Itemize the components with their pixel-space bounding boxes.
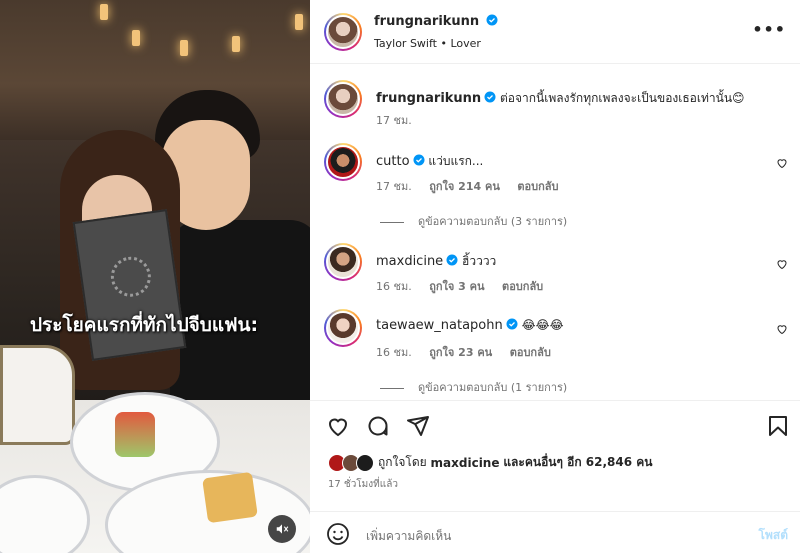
verified-icon (484, 91, 496, 103)
mute-button[interactable] (268, 515, 296, 543)
post-actions: ถูกใจโดย maxdicine และคนอื่นๆ อีก 62,846… (310, 400, 800, 553)
comment-time: 16 ชม. (376, 346, 412, 359)
verified-icon (506, 318, 518, 330)
caption-text: ต่อจากนี้เพลงรักทุกเพลงจะเป็นของเธอเท่าน… (500, 91, 745, 105)
more-icon[interactable]: ••• (752, 20, 786, 39)
comment-username[interactable]: taewaew_natapohn (376, 318, 503, 333)
mute-icon (276, 524, 289, 534)
comment-time: 17 ชม. (376, 180, 412, 193)
bread (202, 471, 258, 524)
view-replies-label: ดูข้อความตอบกลับ (3 รายการ) (418, 215, 568, 228)
liker-avatars[interactable] (328, 453, 374, 472)
verified-icon (486, 14, 498, 26)
reply-button[interactable]: ตอบกลับ (502, 280, 543, 293)
comment-likes[interactable]: ถูกใจ 214 คน (429, 180, 500, 193)
comment-input[interactable]: เพิ่มความคิดเห็น (366, 527, 451, 546)
caption-avatar[interactable] (324, 80, 362, 118)
audio-label[interactable]: Taylor Swift • Lover (374, 37, 481, 50)
verified-icon (446, 254, 458, 266)
comment-meta: 17 ชม. ถูกใจ 214 คน ตอบกลับ (376, 177, 572, 195)
comment-avatar[interactable] (324, 143, 362, 181)
post-details: frungnarikunn Taylor Swift • Lover ••• f… (310, 0, 800, 553)
caption-text-row: frungnarikunn ต่อจากนี้เพลงรักทุกเพลงจะเ… (376, 89, 745, 108)
caption-meta: 17 ชม. (376, 111, 426, 129)
media-caption: ประโยคแรกที่ทักไปจีบแฟน: (30, 314, 259, 336)
comment-text: ฮิ้วววว (462, 254, 497, 268)
food (115, 412, 155, 457)
comment-meta: 16 ชม. ถูกใจ 3 คน ตอบกลับ (376, 277, 557, 295)
lamp (100, 4, 108, 20)
share-icon[interactable] (406, 414, 430, 438)
napkin-basket (0, 345, 75, 445)
comment-meta: 16 ชม. ถูกใจ 23 คน ตอบกลับ (376, 343, 565, 361)
liked-by-user[interactable]: maxdicine (431, 456, 500, 470)
lamp (132, 30, 140, 46)
lamp (295, 14, 303, 30)
view-replies-button[interactable]: ดูข้อความตอบกลับ (1 รายการ) (380, 378, 567, 396)
view-replies-button[interactable]: ดูข้อความตอบกลับ (3 รายการ) (380, 212, 567, 230)
caption-username[interactable]: frungnarikunn (376, 91, 481, 106)
comment-avatar[interactable] (324, 243, 362, 281)
lamp (180, 40, 188, 56)
liked-by: ถูกใจโดย maxdicine และคนอื่นๆ อีก 62,846… (328, 453, 652, 472)
reply-button[interactable]: ตอบกลับ (510, 346, 551, 359)
comment-row: maxdicine ฮิ้วววว (376, 252, 496, 271)
header-username[interactable]: frungnarikunn (374, 14, 479, 29)
comment-avatar[interactable] (324, 309, 362, 347)
comment-username[interactable]: cutto (376, 154, 410, 169)
comment-icon[interactable] (366, 414, 390, 438)
lamp (232, 36, 240, 52)
comment-text: 😂😂😂 (521, 318, 564, 332)
comment-row: cutto แว่บแรก... (376, 152, 483, 171)
comment-time: 16 ชม. (376, 280, 412, 293)
comment-likes[interactable]: ถูกใจ 23 คน (429, 346, 492, 359)
post-button[interactable]: โพสต์ (759, 526, 788, 545)
post-time[interactable]: 17 ชั่วโมงที่แล้ว (328, 477, 398, 492)
liked-by-prefix: ถูกใจโดย (378, 455, 427, 469)
view-replies-label: ดูข้อความตอบกลับ (1 รายการ) (418, 381, 568, 394)
emoji-icon[interactable] (326, 522, 350, 546)
post-header: frungnarikunn Taylor Swift • Lover ••• (310, 0, 800, 64)
heart-icon[interactable] (776, 157, 788, 169)
avatar[interactable] (324, 13, 362, 51)
comment-text: แว่บแรก... (428, 154, 484, 168)
comment-row: taewaew_natapohn 😂😂😂 (376, 318, 564, 333)
heart-icon[interactable] (776, 323, 788, 335)
post-media[interactable]: ประโยคแรกที่ทักไปจีบแฟน: (0, 0, 310, 553)
save-icon[interactable] (766, 414, 790, 438)
liked-by-count[interactable]: และคนอื่นๆ อีก 62,846 คน (503, 453, 652, 472)
heart-icon[interactable] (326, 414, 350, 438)
comment-username[interactable]: maxdicine (376, 254, 443, 269)
reply-button[interactable]: ตอบกลับ (517, 180, 558, 193)
comment-likes[interactable]: ถูกใจ 3 คน (429, 280, 484, 293)
verified-icon (413, 154, 425, 166)
add-comment-bar: เพิ่มความคิดเห็น โพสต์ (310, 511, 800, 553)
heart-icon[interactable] (776, 258, 788, 270)
background-wall (0, 0, 310, 140)
caption-time: 17 ชม. (376, 114, 412, 127)
